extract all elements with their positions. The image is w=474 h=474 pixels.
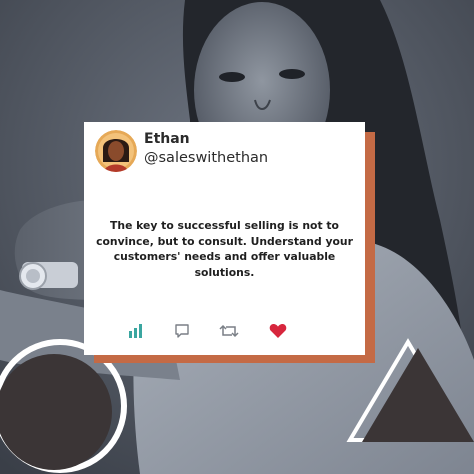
avatar-image bbox=[95, 130, 137, 172]
stats-button[interactable] bbox=[125, 320, 147, 342]
user-handle[interactable]: @saleswithethan bbox=[144, 150, 268, 166]
comment-icon bbox=[175, 324, 189, 338]
heart-icon bbox=[269, 323, 287, 338]
comment-button[interactable] bbox=[171, 320, 193, 342]
stats-icon bbox=[129, 324, 142, 338]
retweet-button[interactable] bbox=[218, 320, 240, 342]
post-graphic: Ethan @saleswithethan The key to success… bbox=[0, 0, 474, 474]
retweet-icon bbox=[219, 324, 239, 338]
like-button[interactable] bbox=[267, 320, 289, 342]
post-text: The key to successful selling is not to … bbox=[96, 219, 353, 279]
action-bar bbox=[84, 320, 365, 342]
display-name[interactable]: Ethan bbox=[144, 131, 190, 147]
avatar[interactable] bbox=[95, 130, 137, 172]
tweet-card: Ethan @saleswithethan The key to success… bbox=[84, 122, 365, 355]
